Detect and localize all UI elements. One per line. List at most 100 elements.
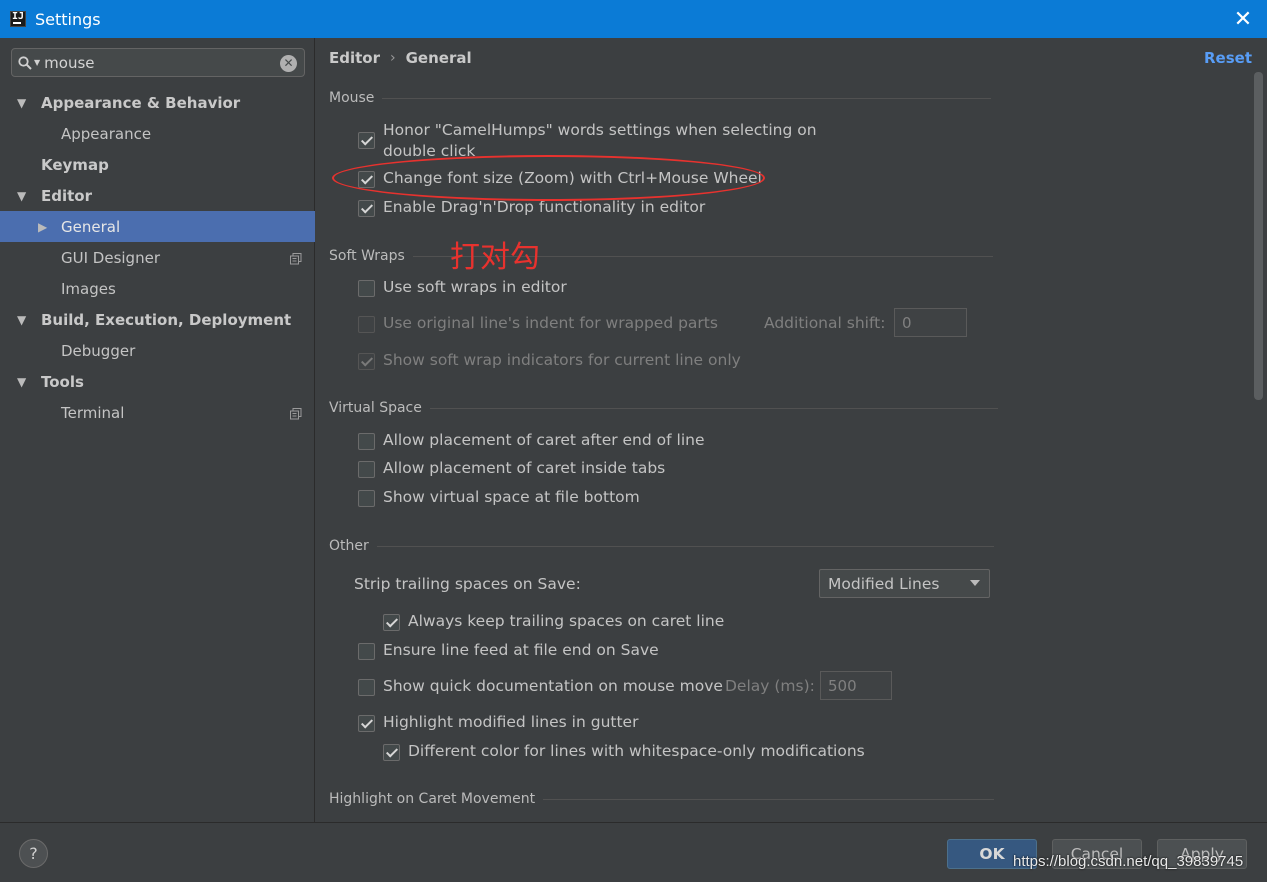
tree-item-appearance[interactable]: Appearance <box>0 118 315 149</box>
additional-shift-input[interactable]: 0 <box>894 308 967 337</box>
section-title-mouse: Mouse <box>329 90 375 106</box>
tree-item-label: Terminal <box>61 403 125 422</box>
section-divider <box>412 255 993 257</box>
option-label-line1: Honor "CamelHumps" words settings when s… <box>383 121 817 139</box>
cancel-button[interactable]: Cancel <box>1052 839 1142 869</box>
option-drag-drop[interactable]: Enable Drag'n'Drop functionality in edit… <box>358 198 705 217</box>
checkbox-quick-documentation[interactable] <box>358 679 375 696</box>
tree-item-label: Keymap <box>41 155 109 174</box>
tree-item-label: Tools <box>41 372 84 391</box>
option-label: Always keep trailing spaces on caret lin… <box>408 612 725 630</box>
expand-arrow-icon[interactable]: ▼ <box>17 375 26 389</box>
breadcrumb-editor[interactable]: Editor <box>329 49 380 67</box>
expand-arrow-icon[interactable]: ▼ <box>17 189 26 203</box>
option-caret-inside-tabs[interactable]: Allow placement of caret inside tabs <box>358 459 665 478</box>
delay-input[interactable]: 500 <box>820 671 892 700</box>
option-ensure-line-feed[interactable]: Ensure line feed at file end on Save <box>358 641 659 660</box>
option-label: Show soft wrap indicators for current li… <box>383 351 741 369</box>
option-quick-documentation[interactable]: Show quick documentation on mouse move <box>358 677 723 696</box>
checkbox-caret-inside-tabs[interactable] <box>358 461 375 478</box>
help-button[interactable]: ? <box>19 839 48 868</box>
option-virtual-space-bottom[interactable]: Show virtual space at file bottom <box>358 488 640 507</box>
project-settings-icon <box>290 251 302 265</box>
title-bar: Settings ✕ <box>0 0 1267 38</box>
ok-button[interactable]: OK <box>947 839 1037 869</box>
option-highlight-modified[interactable]: Highlight modified lines in gutter <box>358 713 638 732</box>
tree-item-terminal[interactable]: Terminal <box>0 397 315 428</box>
checkbox-camelhumps[interactable] <box>358 132 375 149</box>
section-other: Other <box>329 538 994 554</box>
checkbox-different-color-whitespace[interactable] <box>383 744 400 761</box>
checkbox-drag-drop[interactable] <box>358 200 375 217</box>
section-divider <box>376 545 994 547</box>
checkbox-use-soft-wraps[interactable] <box>358 280 375 297</box>
search-history-chevron-down-icon[interactable]: ▼ <box>34 58 40 67</box>
apply-button[interactable]: Apply <box>1157 839 1247 869</box>
option-caret-after-end[interactable]: Allow placement of caret after end of li… <box>358 431 705 450</box>
expand-arrow-icon[interactable]: ▼ <box>17 96 26 110</box>
tree-item-editor[interactable]: ▼ Editor <box>0 180 315 211</box>
option-different-color-whitespace[interactable]: Different color for lines with whitespac… <box>383 742 865 761</box>
tree-item-label: Debugger <box>61 341 136 360</box>
section-divider <box>543 798 995 800</box>
tree-item-appearance-behavior[interactable]: ▼ Appearance & Behavior <box>0 87 315 118</box>
option-zoom-ctrl-wheel[interactable]: Change font size (Zoom) with Ctrl+Mouse … <box>358 169 762 188</box>
chevron-down-icon <box>970 580 980 586</box>
search-box[interactable]: ▼ ✕ <box>11 48 305 77</box>
collapse-arrow-icon[interactable]: ▶ <box>38 220 47 234</box>
checkbox-virtual-space-bottom[interactable] <box>358 490 375 507</box>
tree-item-build-execution-deployment[interactable]: ▼ Build, Execution, Deployment <box>0 304 315 335</box>
tree-item-images[interactable]: Images <box>0 273 315 304</box>
delay-label: Delay (ms): <box>725 677 815 695</box>
checkbox-keep-trailing-spaces[interactable] <box>383 614 400 631</box>
checkbox-soft-wrap-indicators[interactable] <box>358 353 375 370</box>
option-use-soft-wraps[interactable]: Use soft wraps in editor <box>358 278 567 297</box>
section-virtual-space: Virtual Space <box>329 400 998 416</box>
search-input[interactable] <box>44 53 275 72</box>
content-scrollbar[interactable] <box>1254 72 1263 400</box>
tree-item-tools[interactable]: ▼ Tools <box>0 366 315 397</box>
strip-trailing-dropdown[interactable]: Modified Lines <box>819 569 990 598</box>
section-mouse: Mouse <box>329 90 992 106</box>
tree-item-general[interactable]: ▶ General <box>0 211 315 242</box>
checkbox-highlight-modified[interactable] <box>358 715 375 732</box>
section-divider <box>429 407 998 409</box>
checkbox-caret-after-end[interactable] <box>358 433 375 450</box>
strip-trailing-label: Strip trailing spaces on Save: <box>354 575 581 593</box>
window-title: Settings <box>35 9 101 29</box>
checkbox-original-indent[interactable] <box>358 316 375 333</box>
tree-item-label: General <box>61 217 121 236</box>
option-label: Different color for lines with whitespac… <box>408 742 865 760</box>
settings-sidebar: ▼ ✕ ▼ Appearance & Behavior Appearance K… <box>0 38 315 822</box>
section-soft-wraps: Soft Wraps <box>329 248 993 264</box>
option-soft-wrap-indicators[interactable]: Show soft wrap indicators for current li… <box>358 351 741 370</box>
tree-item-keymap[interactable]: Keymap <box>0 149 315 180</box>
settings-tree: ▼ Appearance & Behavior Appearance Keyma… <box>0 87 315 428</box>
option-camelhumps[interactable]: Honor "CamelHumps" words settings when s… <box>358 120 817 162</box>
close-icon[interactable]: ✕ <box>1229 5 1257 33</box>
option-label: Highlight modified lines in gutter <box>383 713 639 731</box>
option-label: Use original line's indent for wrapped p… <box>383 314 718 332</box>
tree-item-label: Build, Execution, Deployment <box>41 310 292 329</box>
option-label: Change font size (Zoom) with Ctrl+Mouse … <box>383 169 762 187</box>
breadcrumb-general: General <box>405 49 472 67</box>
tree-item-label: Appearance & Behavior <box>41 93 241 112</box>
checkbox-zoom-ctrl-wheel[interactable] <box>358 171 375 188</box>
tree-item-gui-designer[interactable]: GUI Designer <box>0 242 315 273</box>
option-keep-trailing-spaces[interactable]: Always keep trailing spaces on caret lin… <box>383 612 724 631</box>
clear-search-icon[interactable]: ✕ <box>280 55 297 72</box>
option-original-indent[interactable]: Use original line's indent for wrapped p… <box>358 314 718 333</box>
project-settings-icon <box>290 406 302 420</box>
expand-arrow-icon[interactable]: ▼ <box>17 313 26 327</box>
option-label: Allow placement of caret inside tabs <box>383 459 666 477</box>
option-label: Use soft wraps in editor <box>383 278 567 296</box>
option-label: Ensure line feed at file end on Save <box>383 641 659 659</box>
settings-content-panel: Editor › General Reset Mouse Honor "Came… <box>316 38 1267 822</box>
checkbox-ensure-line-feed[interactable] <box>358 643 375 660</box>
section-title-soft-wraps: Soft Wraps <box>329 248 405 264</box>
option-label: Show virtual space at file bottom <box>383 488 640 506</box>
tree-item-debugger[interactable]: Debugger <box>0 335 315 366</box>
reset-link[interactable]: Reset <box>1204 49 1252 67</box>
tree-item-label: Editor <box>41 186 92 205</box>
option-label-line2: double click <box>383 142 476 160</box>
